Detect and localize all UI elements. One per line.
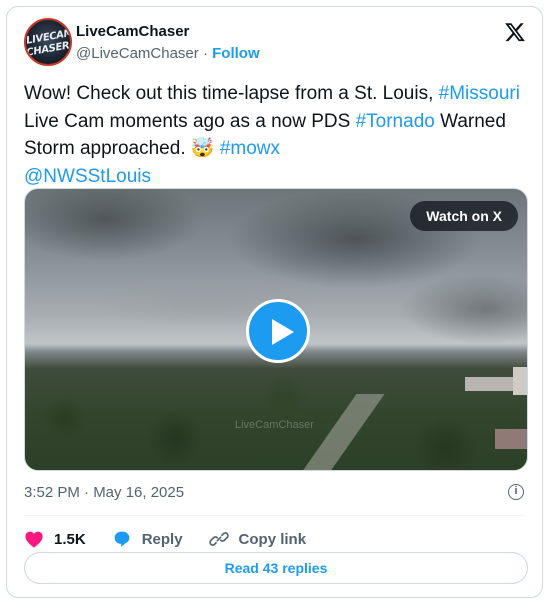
video-thumbnail[interactable]: LiveCamChaser Watch on X xyxy=(24,188,528,471)
avatar[interactable]: LIVECAM CHASER xyxy=(24,18,72,66)
author-name[interactable]: LiveCamChaser xyxy=(76,23,189,40)
hashtag-missouri[interactable]: #Missouri xyxy=(439,83,520,104)
reply-button[interactable]: Reply xyxy=(112,530,183,548)
follow-button[interactable]: Follow xyxy=(212,45,260,62)
building xyxy=(513,367,527,395)
watch-on-x-button[interactable]: Watch on X xyxy=(410,201,518,231)
link-icon xyxy=(208,532,229,546)
tweet-text: Wow! Check out this time-lapse from a St… xyxy=(24,80,534,190)
tweet-card: LIVECAM CHASER LiveCamChaser @LiveCamCha… xyxy=(6,6,543,598)
x-logo-icon[interactable] xyxy=(504,21,526,43)
exploding-head-emoji: 🤯 xyxy=(190,138,215,159)
mention-nwsstlouis[interactable]: @NWSStLouis xyxy=(24,166,151,187)
building xyxy=(495,429,527,449)
tweet-text-part1: Wow! Check out this time-lapse from a St… xyxy=(24,83,439,104)
play-icon[interactable] xyxy=(246,299,310,363)
copy-link-button[interactable]: Copy link xyxy=(208,529,307,549)
like-button[interactable]: 1.5K xyxy=(24,530,86,548)
action-bar: 1.5K Reply Copy link xyxy=(24,527,332,551)
divider xyxy=(24,515,525,516)
copy-link-label: Copy link xyxy=(238,530,307,548)
reply-label: Reply xyxy=(141,530,183,548)
handle-separator: · xyxy=(202,45,208,62)
tree-canopy xyxy=(25,357,527,470)
tweet-text-part2: Live Cam moments ago as a now PDS xyxy=(24,110,356,132)
heart-icon xyxy=(25,531,43,548)
video-watermark: LiveCamChaser xyxy=(235,419,314,431)
author-handle-row: @LiveCamChaser · Follow xyxy=(76,45,260,62)
like-count: 1.5K xyxy=(54,530,86,548)
reply-icon xyxy=(114,531,130,547)
building xyxy=(465,377,515,391)
author-handle[interactable]: @LiveCamChaser xyxy=(76,45,199,62)
hashtag-tornado[interactable]: #Tornado xyxy=(356,111,435,132)
info-icon[interactable]: i xyxy=(508,484,524,500)
hashtag-mowx[interactable]: #mowx xyxy=(220,138,280,159)
tweet-timestamp[interactable]: 3:52 PM · May 16, 2025 xyxy=(24,484,184,501)
read-replies-button[interactable]: Read 43 replies xyxy=(24,552,528,584)
